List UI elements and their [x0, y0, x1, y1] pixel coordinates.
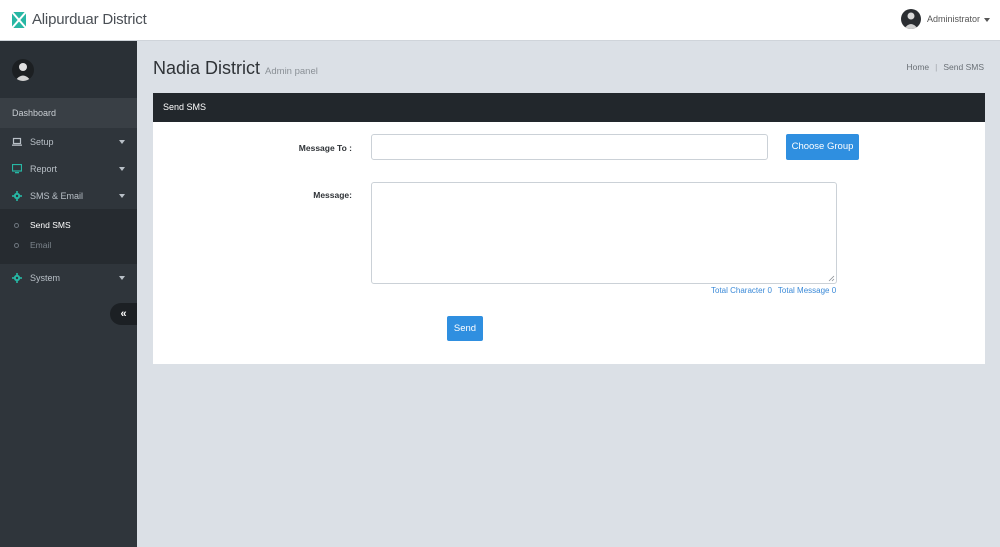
- sidebar-subitem-label: Send SMS: [30, 220, 71, 230]
- resize-handle-icon[interactable]: [828, 275, 835, 282]
- sidebar-item-label: Report: [30, 163, 58, 174]
- chevron-down-icon: [119, 194, 125, 198]
- panel-title: Send SMS: [153, 93, 985, 122]
- brand[interactable]: Alipurduar District: [12, 11, 147, 28]
- message-textarea[interactable]: [371, 182, 837, 284]
- circle-bullet-icon: [14, 222, 19, 228]
- avatar[interactable]: [12, 58, 34, 81]
- sidebar-item-system[interactable]: System: [0, 264, 137, 291]
- total-message-count: Total Message 0: [777, 286, 837, 295]
- circle-bullet-icon: [14, 242, 19, 248]
- send-sms-panel: Send SMS Message To : Choose Group Messa…: [153, 93, 985, 364]
- sidebar-item-setup[interactable]: Setup: [0, 128, 137, 155]
- sidebar-item-label: System: [30, 272, 61, 283]
- laptop-icon: [12, 137, 22, 146]
- breadcrumb-home-link[interactable]: Home: [906, 62, 929, 72]
- chevron-down-icon: [119, 167, 125, 171]
- sidebar-menu: Setup Report SMS & Email: [0, 128, 137, 209]
- page-title-block: Nadia District Admin panel: [153, 58, 318, 79]
- chevron-down-icon: [119, 140, 125, 144]
- brand-logo-icon: [12, 11, 26, 28]
- breadcrumb-separator: |: [935, 62, 938, 72]
- brand-title: Alipurduar District: [32, 11, 147, 28]
- sidebar-subitem-label: Email: [30, 240, 52, 250]
- total-character-count: Total Character 0: [711, 286, 772, 295]
- sidebar-item-dashboard[interactable]: Dashboard: [0, 98, 137, 128]
- page-title: Nadia District: [153, 58, 261, 78]
- sidebar-profile: [0, 41, 137, 98]
- chevron-down-icon: [119, 276, 125, 280]
- user-name: Administrator: [926, 14, 980, 24]
- sidebar-menu-lower: System: [0, 264, 137, 291]
- message-counters: Total Character 0 Total Message 0: [711, 286, 836, 295]
- send-button[interactable]: Send: [447, 316, 483, 341]
- choose-group-button[interactable]: Choose Group: [786, 134, 859, 160]
- top-navbar: Alipurduar District Administrator: [0, 0, 1000, 41]
- user-menu[interactable]: Administrator: [900, 9, 990, 29]
- sms-email-submenu: Send SMS Email: [0, 209, 137, 264]
- sidebar: Dashboard Setup Report SMS & Email Send …: [0, 41, 137, 547]
- gear-icon: [12, 190, 22, 201]
- user-silhouette-icon: [903, 12, 918, 29]
- sidebar-item-sms-email[interactable]: SMS & Email: [0, 182, 137, 209]
- sidebar-subitem-email[interactable]: Email: [0, 235, 137, 255]
- page-subtitle: Admin panel: [265, 66, 318, 77]
- chevron-down-icon: [984, 17, 990, 22]
- message-label: Message:: [313, 190, 352, 200]
- message-to-input[interactable]: [371, 134, 768, 160]
- message-to-label: Message To :: [298, 143, 352, 153]
- sidebar-subitem-send-sms[interactable]: Send SMS: [0, 215, 137, 235]
- sidebar-item-label: SMS & Email: [30, 190, 84, 201]
- user-silhouette-icon: [15, 62, 31, 81]
- breadcrumb: Home | Send SMS: [906, 62, 984, 72]
- sidebar-item-label: Setup: [30, 136, 54, 147]
- gear-icon: [12, 272, 22, 283]
- sidebar-collapse-button[interactable]: «: [110, 303, 137, 325]
- breadcrumb-current: Send SMS: [943, 62, 984, 72]
- sidebar-item-report[interactable]: Report: [0, 155, 137, 182]
- user-avatar: [900, 9, 921, 29]
- monitor-icon: [12, 163, 22, 173]
